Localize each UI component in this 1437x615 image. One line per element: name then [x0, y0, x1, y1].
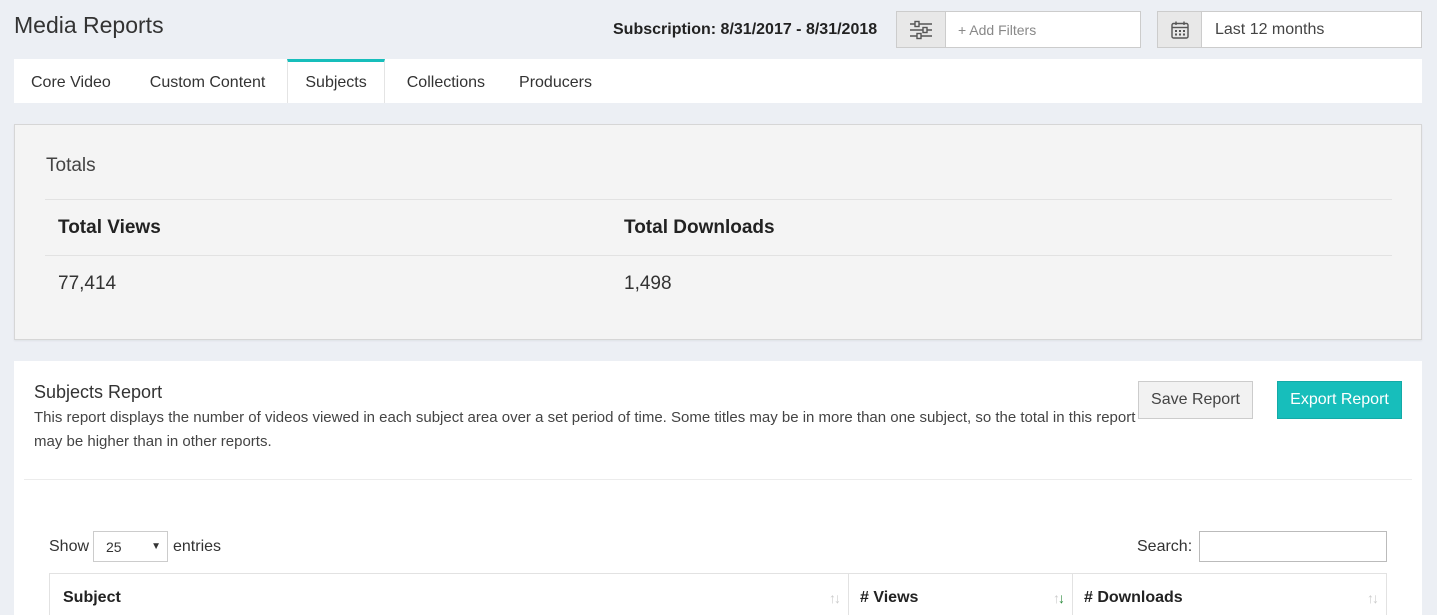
filter-group	[896, 11, 1141, 48]
sliders-icon	[910, 20, 932, 39]
page-title: Media Reports	[14, 12, 164, 38]
total-views-value: 77,414	[58, 273, 117, 294]
subjects-report-panel: Subjects Report This report displays the…	[14, 361, 1422, 615]
media-reports-page: Media Reports Subscription: 8/31/2017 - …	[0, 0, 1437, 615]
entries-select-value: 25	[106, 538, 122, 555]
table-header-row: Subject ↑↓ # Views ↑↓ # Downloads ↑↓	[49, 574, 1387, 615]
date-range-picker[interactable]: Last 12 months	[1157, 11, 1422, 48]
column-header-label: # Views	[860, 589, 919, 606]
column-header-views[interactable]: # Views ↑↓	[849, 574, 1073, 615]
date-range-value[interactable]: Last 12 months	[1202, 12, 1421, 47]
column-header-downloads[interactable]: # Downloads ↑↓	[1073, 574, 1387, 615]
totals-header-row: Total Views Total Downloads	[45, 200, 1392, 256]
totals-value-row: 77,414 1,498	[45, 256, 1392, 312]
total-views-header: Total Views	[58, 216, 161, 238]
entries-label: entries	[173, 538, 222, 555]
entries-select[interactable]: 25 ▼	[93, 531, 168, 562]
sort-descending-icon: ↑↓	[1053, 590, 1065, 606]
report-description: This report displays the number of video…	[34, 409, 1136, 450]
totals-title: Totals	[46, 155, 96, 176]
report-title: Subjects Report	[34, 382, 163, 402]
caret-down-icon: ▼	[151, 541, 161, 552]
column-header-label: # Downloads	[1084, 589, 1183, 606]
date-picker-button[interactable]	[1158, 12, 1202, 47]
calendar-icon	[1170, 21, 1189, 39]
tab-core-video[interactable]: Core Video	[14, 59, 133, 103]
subscription-period: Subscription: 8/31/2017 - 8/31/2018	[613, 21, 878, 38]
tab-collections[interactable]: Collections	[390, 59, 502, 103]
tab-producers[interactable]: Producers	[502, 59, 609, 103]
sort-icon: ↑↓	[1367, 590, 1379, 606]
save-report-button[interactable]: Save Report	[1138, 381, 1253, 419]
total-downloads-header: Total Downloads	[624, 216, 775, 238]
export-report-button[interactable]: Export Report	[1277, 381, 1402, 419]
report-divider	[24, 479, 1412, 480]
tab-custom-content[interactable]: Custom Content	[133, 59, 283, 103]
total-downloads-value: 1,498	[624, 273, 672, 294]
column-header-label: Subject	[63, 589, 121, 606]
subjects-table: Subject ↑↓ # Views ↑↓ # Downloads ↑↓	[49, 573, 1387, 615]
column-header-subject[interactable]: Subject ↑↓	[49, 574, 849, 615]
totals-panel: Totals Total Views Total Downloads 77,41…	[14, 124, 1422, 340]
show-label: Show	[49, 538, 90, 555]
report-tabs: Core Video Custom Content Subjects Colle…	[14, 59, 1422, 103]
search-input[interactable]	[1199, 531, 1387, 562]
tab-subjects[interactable]: Subjects	[287, 59, 385, 103]
add-filters-input[interactable]	[946, 12, 1140, 47]
totals-table: Total Views Total Downloads 77,414 1,498	[45, 199, 1392, 312]
filter-toggle-button[interactable]	[897, 12, 946, 47]
sort-icon: ↑↓	[829, 590, 841, 606]
search-label: Search:	[1137, 538, 1193, 555]
